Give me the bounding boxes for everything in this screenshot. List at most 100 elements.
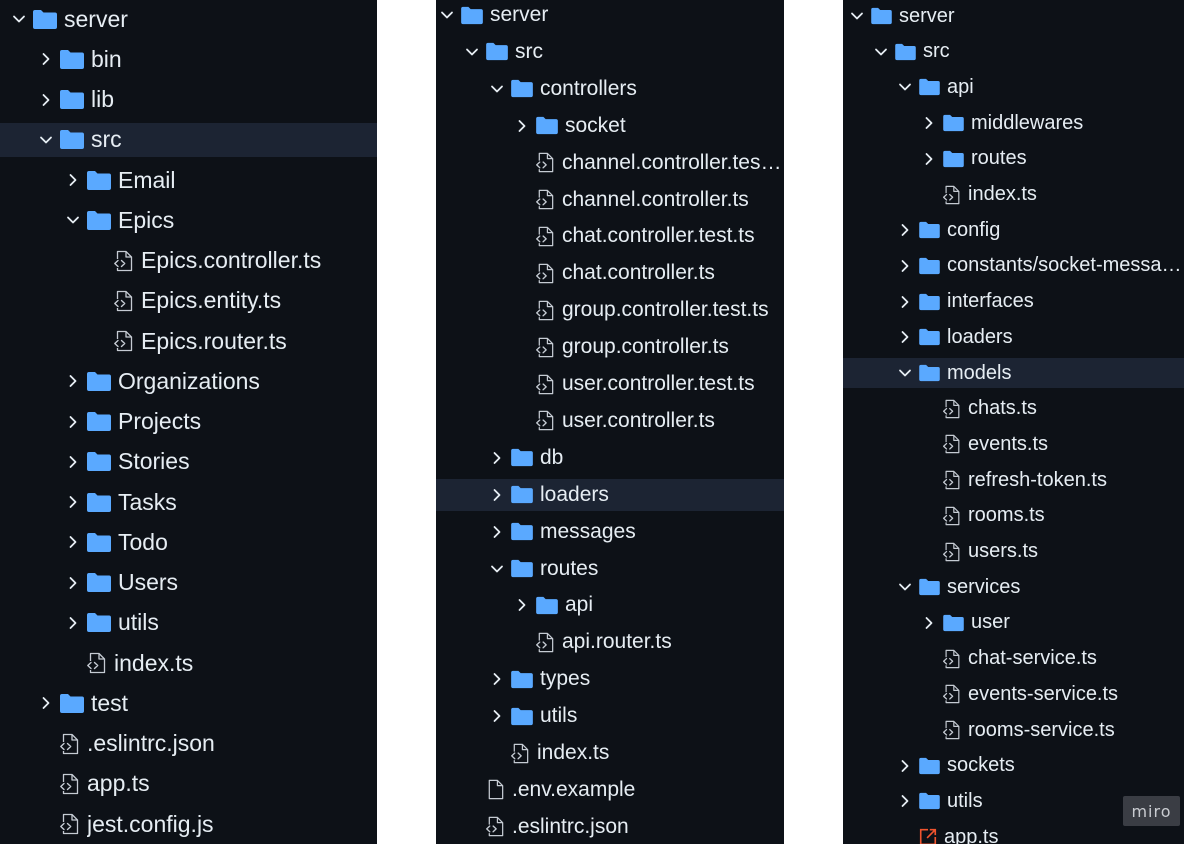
chevron-down-icon[interactable]	[898, 366, 912, 380]
chevron-down-icon[interactable]	[898, 580, 912, 594]
chevron-right-icon[interactable]	[490, 709, 504, 723]
tree-file-channel-controller-ts[interactable]: channel.controller.ts	[436, 184, 784, 216]
tree-file-group-controller-test-ts[interactable]: group.controller.test.ts	[436, 294, 784, 326]
tree-folder-config[interactable]: config	[843, 215, 1184, 245]
tree-folder-src[interactable]: src	[436, 36, 784, 68]
tree-folder-organizations[interactable]: Organizations	[0, 364, 377, 398]
chevron-down-icon[interactable]	[490, 562, 504, 576]
tree-folder-routes[interactable]: routes	[436, 553, 784, 585]
tree-folder-users[interactable]: Users	[0, 566, 377, 600]
tree-folder-bin[interactable]: bin	[0, 42, 377, 76]
chevron-right-icon[interactable]	[898, 330, 912, 344]
tree-file-epics-router-ts[interactable]: Epics.router.ts	[0, 324, 377, 358]
chevron-right-icon[interactable]	[898, 223, 912, 237]
tree-file-user-controller-ts[interactable]: user.controller.ts	[436, 405, 784, 437]
chevron-right-icon[interactable]	[898, 295, 912, 309]
tree-folder-types[interactable]: types	[436, 663, 784, 695]
tree-file-jest-config-js[interactable]: jest.config.js	[0, 807, 377, 841]
tree-file-events-ts[interactable]: events.ts	[843, 429, 1184, 459]
chevron-right-icon[interactable]	[490, 525, 504, 539]
tree-folder-src[interactable]: src	[0, 122, 377, 157]
tree-folder-loaders[interactable]: loaders	[436, 478, 784, 511]
tree-folder-server[interactable]: server	[843, 1, 1184, 31]
tree-folder-utils[interactable]: utils	[0, 606, 377, 640]
tree-file-channel-controller-test-ts[interactable]: channel.controller.test.ts	[436, 147, 784, 179]
chevron-right-icon[interactable]	[66, 535, 80, 549]
chevron-down-icon[interactable]	[12, 12, 26, 26]
tree-file-index-ts[interactable]: index.ts	[843, 180, 1184, 210]
chevron-down-icon[interactable]	[850, 9, 864, 23]
tree-folder-tasks[interactable]: Tasks	[0, 485, 377, 519]
chevron-right-icon[interactable]	[66, 374, 80, 388]
chevron-right-icon[interactable]	[515, 119, 529, 133]
tree-file-chat-controller-test-ts[interactable]: chat.controller.test.ts	[436, 220, 784, 252]
chevron-down-icon[interactable]	[66, 213, 80, 227]
tree-file-api-router-ts[interactable]: api.router.ts	[436, 626, 784, 658]
tree-folder-loaders[interactable]: loaders	[843, 322, 1184, 352]
tree-file-eslintrc-json[interactable]: .eslintrc.json	[0, 727, 377, 761]
tree-folder-lib[interactable]: lib	[0, 83, 377, 117]
chevron-right-icon[interactable]	[898, 259, 912, 273]
chevron-down-icon[interactable]	[465, 45, 479, 59]
chevron-right-icon[interactable]	[66, 495, 80, 509]
tree-file-index-ts[interactable]: index.ts	[436, 737, 784, 769]
tree-file-events-service-ts[interactable]: events-service.ts	[843, 679, 1184, 709]
tree-file-user-controller-test-ts[interactable]: user.controller.test.ts	[436, 368, 784, 400]
tree-file-chats-ts[interactable]: chats.ts	[843, 394, 1184, 424]
tree-folder-utils[interactable]: utils	[436, 700, 784, 732]
tree-folder-interfaces[interactable]: interfaces	[843, 287, 1184, 317]
tree-file-epics-controller-ts[interactable]: Epics.controller.ts	[0, 244, 377, 278]
tree-folder-todo[interactable]: Todo	[0, 525, 377, 559]
tree-folder-controllers[interactable]: controllers	[436, 73, 784, 105]
chevron-down-icon[interactable]	[39, 133, 53, 147]
tree-folder-user[interactable]: user	[843, 608, 1184, 638]
chevron-right-icon[interactable]	[922, 616, 936, 630]
chevron-right-icon[interactable]	[490, 488, 504, 502]
tree-folder-sockets[interactable]: sockets	[843, 751, 1184, 781]
tree-folder-test[interactable]: test	[0, 686, 377, 720]
tree-file-env-example[interactable]: .env.example	[436, 774, 784, 806]
tree-folder-services[interactable]: services	[843, 572, 1184, 602]
tree-folder-models[interactable]: models	[843, 358, 1184, 388]
tree-folder-api[interactable]: api	[843, 72, 1184, 102]
tree-folder-server[interactable]: server	[436, 0, 784, 31]
chevron-right-icon[interactable]	[66, 616, 80, 630]
chevron-right-icon[interactable]	[922, 116, 936, 130]
chevron-right-icon[interactable]	[490, 672, 504, 686]
chevron-down-icon[interactable]	[490, 82, 504, 96]
tree-file-epics-entity-ts[interactable]: Epics.entity.ts	[0, 284, 377, 318]
chevron-down-icon[interactable]	[440, 8, 454, 22]
tree-folder-epics[interactable]: Epics	[0, 203, 377, 237]
tree-folder-routes[interactable]: routes	[843, 144, 1184, 174]
chevron-right-icon[interactable]	[898, 794, 912, 808]
tree-folder-projects[interactable]: Projects	[0, 405, 377, 439]
tree-file-group-controller-ts[interactable]: group.controller.ts	[436, 331, 784, 363]
chevron-right-icon[interactable]	[39, 696, 53, 710]
tree-folder-messages[interactable]: messages	[436, 516, 784, 548]
tree-folder-middlewares[interactable]: middlewares	[843, 108, 1184, 138]
tree-folder-constants-socket-messages[interactable]: constants/socket-messages	[843, 251, 1184, 281]
tree-file-chat-controller-ts[interactable]: chat.controller.ts	[436, 257, 784, 289]
chevron-right-icon[interactable]	[66, 173, 80, 187]
chevron-right-icon[interactable]	[66, 455, 80, 469]
chevron-right-icon[interactable]	[922, 152, 936, 166]
tree-file-rooms-ts[interactable]: rooms.ts	[843, 501, 1184, 531]
tree-folder-api[interactable]: api	[436, 589, 784, 621]
tree-file-chat-service-ts[interactable]: chat-service.ts	[843, 644, 1184, 674]
chevron-right-icon[interactable]	[898, 759, 912, 773]
chevron-right-icon[interactable]	[39, 52, 53, 66]
tree-folder-src[interactable]: src	[843, 37, 1184, 67]
tree-file-index-ts[interactable]: index.ts	[0, 646, 377, 680]
tree-folder-db[interactable]: db	[436, 442, 784, 474]
tree-folder-stories[interactable]: Stories	[0, 445, 377, 479]
tree-file-rooms-service-ts[interactable]: rooms-service.ts	[843, 715, 1184, 745]
tree-file-app-ts[interactable]: app.ts	[0, 767, 377, 801]
chevron-right-icon[interactable]	[39, 93, 53, 107]
tree-folder-socket[interactable]: socket	[436, 110, 784, 142]
tree-file-users-ts[interactable]: users.ts	[843, 537, 1184, 567]
tree-file-refresh-token-ts[interactable]: refresh-token.ts	[843, 465, 1184, 495]
chevron-right-icon[interactable]	[515, 598, 529, 612]
chevron-right-icon[interactable]	[490, 451, 504, 465]
chevron-down-icon[interactable]	[874, 45, 888, 59]
chevron-down-icon[interactable]	[898, 80, 912, 94]
